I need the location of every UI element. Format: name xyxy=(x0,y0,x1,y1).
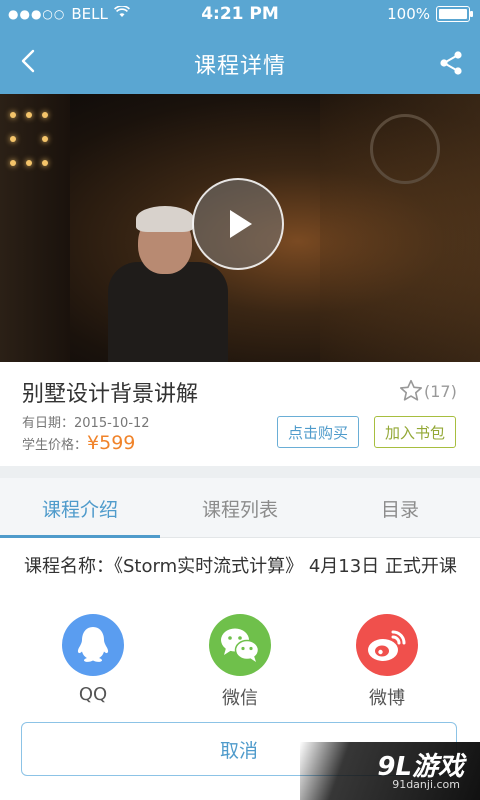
tab-course-intro[interactable]: 课程介绍 xyxy=(0,478,160,538)
speaker-hair xyxy=(136,206,194,232)
date-label: 有日期： xyxy=(22,416,75,431)
stage-machine xyxy=(370,114,440,184)
battery-percent: 100% xyxy=(387,5,430,23)
price-row: 学生价格： ¥599 xyxy=(22,432,135,454)
qq-icon xyxy=(62,614,124,676)
video-player[interactable] xyxy=(0,94,480,362)
share-wechat-label: 微信 xyxy=(222,688,258,709)
add-to-bag-button[interactable]: 加入书包 xyxy=(374,416,456,448)
screen: ●●●○○ BELL 4:21 PM 100% 课程详情 别墅设计背景讲解 (1… xyxy=(0,0,480,800)
favorite-count: (17) xyxy=(424,381,457,401)
active-tab-indicator xyxy=(0,535,160,538)
bulb xyxy=(26,160,32,166)
buy-button[interactable]: 点击购买 xyxy=(277,416,359,448)
battery-fill xyxy=(439,9,467,19)
course-date: 有日期：2015-10-12 xyxy=(22,412,150,431)
date-value: 2015-10-12 xyxy=(74,416,150,431)
nav-bar: 课程详情 xyxy=(0,30,480,94)
price-label: 学生价格： xyxy=(22,438,88,453)
wechat-icon xyxy=(209,614,271,676)
bulb xyxy=(26,112,32,118)
share-icon[interactable] xyxy=(438,50,464,76)
course-description: 课程名称：《Storm实时流式计算》 4月13日 正式开课 xyxy=(24,556,457,577)
play-button[interactable] xyxy=(192,178,284,270)
watermark: 9L游戏 91danji.com xyxy=(300,742,480,800)
status-right: 100% xyxy=(387,5,473,23)
weibo-icon xyxy=(356,614,418,676)
play-icon xyxy=(230,210,252,238)
share-weibo-button[interactable]: 微博 xyxy=(327,614,447,710)
bulb xyxy=(10,136,16,142)
speaker-body xyxy=(108,262,228,362)
share-qq-label: QQ xyxy=(78,684,108,705)
course-name: 别墅设计背景讲解 xyxy=(22,382,199,407)
bulb xyxy=(42,112,48,118)
bulb xyxy=(10,112,16,118)
course-info: 别墅设计背景讲解 (17) 有日期：2015-10-12 学生价格： ¥599 … xyxy=(0,362,480,466)
share-qq-button[interactable]: QQ xyxy=(33,614,153,705)
battery-icon xyxy=(436,6,473,22)
share-weibo-label: 微博 xyxy=(369,688,405,709)
tab-bar: 课程介绍 课程列表 目录 xyxy=(0,478,480,538)
bulb xyxy=(42,160,48,166)
favorite-button[interactable]: (17) xyxy=(398,378,457,404)
status-bar: ●●●○○ BELL 4:21 PM 100% xyxy=(0,0,480,30)
section-divider xyxy=(0,466,480,478)
page-title: 课程详情 xyxy=(193,54,286,79)
watermark-url: 91danji.com xyxy=(392,778,460,791)
bulb xyxy=(42,136,48,142)
bulb xyxy=(10,160,16,166)
tab-course-list[interactable]: 课程列表 xyxy=(160,478,320,538)
share-wechat-button[interactable]: 微信 xyxy=(180,614,300,710)
star-icon xyxy=(400,379,422,401)
tab-catalog[interactable]: 目录 xyxy=(320,478,480,538)
price-value: ¥599 xyxy=(87,432,136,454)
stage-lights xyxy=(0,94,70,362)
